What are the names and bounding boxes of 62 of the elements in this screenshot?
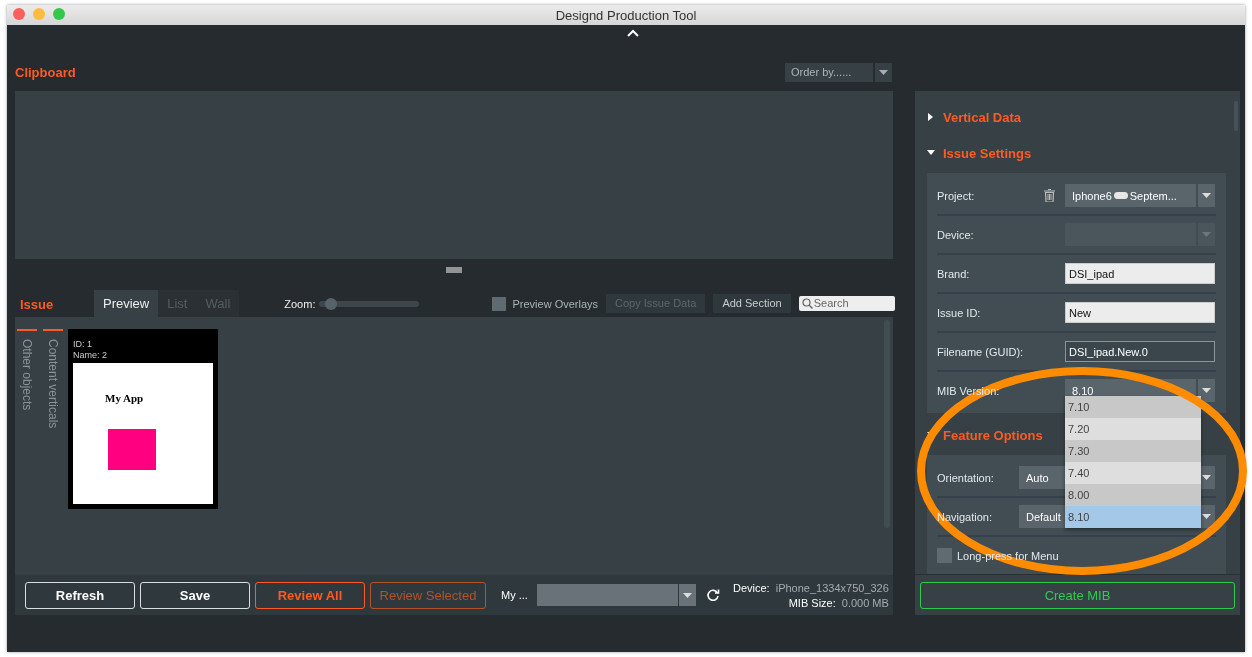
device-label: Device: (733, 581, 770, 594)
refresh-icon[interactable] (706, 588, 720, 602)
input-field[interactable]: DSI_ipad.New.0 (1065, 341, 1215, 362)
field-label: Project: (937, 189, 975, 202)
device-value: iPhone_1334x750_326 (775, 581, 889, 594)
caret-icon (1202, 388, 1211, 393)
caret-icon (1202, 475, 1211, 480)
zoom-slider[interactable] (319, 301, 420, 307)
dropdown-option[interactable]: 7.20 (1065, 418, 1201, 440)
field-label: Orientation: (937, 471, 994, 484)
field-label: Brand: (937, 267, 970, 280)
zoom-icon[interactable] (53, 8, 65, 20)
footer-button[interactable]: Refresh (25, 581, 135, 609)
dropdown-option[interactable]: 8.10 (1065, 506, 1201, 528)
search-icon (801, 297, 813, 309)
app-title: My App (105, 392, 144, 404)
tag-icon (1113, 192, 1128, 199)
section-title[interactable]: Feature Options (943, 427, 1043, 443)
footer-button[interactable]: Review All (255, 581, 365, 609)
checkbox[interactable] (492, 297, 507, 311)
view-tab[interactable]: Preview (94, 290, 159, 317)
issue-title: Issue (19, 296, 55, 312)
field-label: Issue ID: (937, 306, 981, 319)
triangle-right-icon[interactable] (927, 113, 935, 121)
slider-thumb[interactable] (325, 298, 338, 310)
trash-icon[interactable] (1044, 189, 1055, 202)
mib-size-label: MIB Size: (788, 596, 836, 609)
toolbar-button[interactable]: Add Section (713, 293, 791, 313)
search-field[interactable]: Search (798, 295, 895, 311)
caret-icon (1202, 232, 1211, 237)
dropdown-option[interactable]: 7.40 (1065, 462, 1201, 484)
publication-label: My ... (501, 589, 529, 601)
caret-icon (1202, 193, 1211, 198)
input-field[interactable]: New (1065, 302, 1215, 323)
minimize-icon[interactable] (33, 8, 45, 20)
caret-icon (1202, 514, 1211, 519)
dropdown-option[interactable]: 8.00 (1065, 484, 1201, 506)
create-mib-button[interactable]: Create MIB (920, 581, 1235, 609)
caret-icon (683, 592, 692, 598)
close-icon[interactable] (13, 8, 25, 20)
clipboard-title: Clipboard (15, 64, 76, 80)
zoom-label: Zoom: (284, 298, 316, 310)
preview-overlays-label: Preview Overlays (512, 298, 599, 310)
splitter-handle-icon[interactable] (446, 267, 462, 273)
chevron-up-icon[interactable] (626, 29, 639, 37)
dropdown-option[interactable]: 7.10 (1065, 396, 1201, 418)
mib-size-value: 0.000 MB (841, 596, 889, 609)
input-field[interactable]: DSI_ipad (1065, 263, 1215, 284)
footer-button[interactable]: Save (140, 581, 250, 609)
field-label: Filename (GUID): (937, 345, 1024, 358)
page-name: Name: 2 (73, 350, 108, 361)
dropdown-option[interactable]: 7.30 (1065, 440, 1201, 462)
caret-icon (879, 69, 888, 75)
section-title[interactable]: Issue Settings (943, 145, 1032, 161)
section-title[interactable]: Vertical Data (943, 109, 1022, 125)
side-tab[interactable]: Other objects (17, 329, 37, 411)
page-thumbnail[interactable]: ID: 1 Name: 2 My App (68, 329, 218, 509)
page-id: ID: 1 (73, 339, 93, 350)
window-title: Designd Production Tool (555, 7, 697, 23)
field-label: Device: (937, 228, 974, 241)
checkbox[interactable] (937, 548, 952, 563)
side-tab[interactable]: Content verticals (43, 329, 63, 429)
